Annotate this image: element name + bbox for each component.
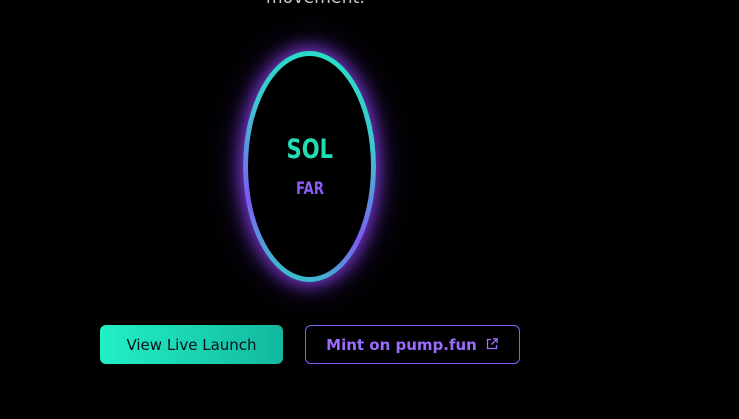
view-live-launch-button[interactable]: View Live Launch: [100, 325, 283, 364]
logo-primary-text: SOL: [243, 133, 376, 167]
mint-on-pumpfun-button[interactable]: Mint on pump.fun: [305, 325, 520, 364]
logo-primary-label: SOL: [286, 134, 333, 165]
external-link-icon: [485, 336, 499, 350]
page: movement. SOL FAR View Live Launch Mint …: [0, 0, 739, 419]
logo-secondary-label: FAR: [295, 179, 324, 199]
hero-description-tail: movement.: [266, 0, 365, 8]
logo-secondary-text: FAR: [243, 178, 376, 200]
view-live-launch-label: View Live Launch: [126, 335, 257, 354]
mint-on-pumpfun-label: Mint on pump.fun: [326, 335, 477, 354]
